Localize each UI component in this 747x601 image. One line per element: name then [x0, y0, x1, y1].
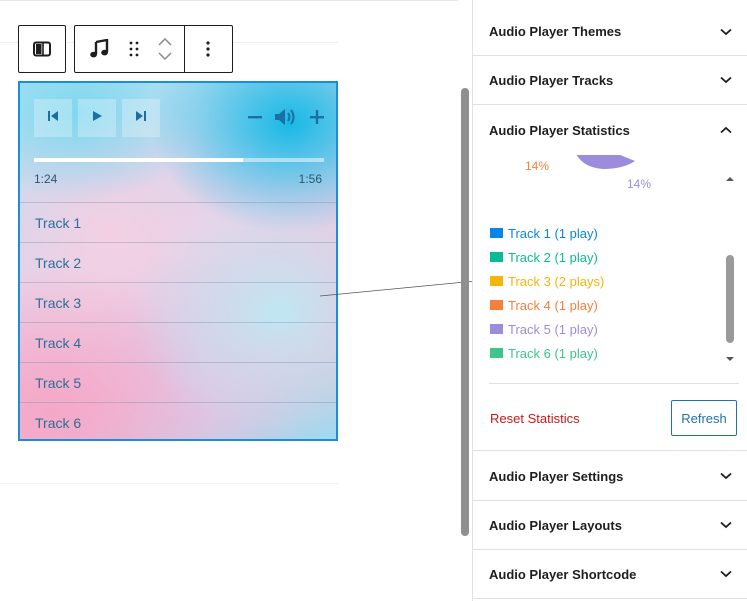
- legend-swatch: [490, 252, 503, 262]
- progress-bar[interactable]: [34, 158, 324, 162]
- legend-swatch: [490, 228, 503, 238]
- audio-player-block[interactable]: 1:24 1:56 Track 1 Track 2 Track 3 Track …: [18, 81, 338, 441]
- panel-audio-player-themes[interactable]: Audio Player Themes: [473, 8, 747, 56]
- block-type-button[interactable]: [18, 25, 66, 73]
- legend-item[interactable]: Track 1 (1 play): [490, 221, 604, 245]
- track-item[interactable]: Track 3: [20, 282, 336, 322]
- legend-swatch: [490, 276, 503, 286]
- panel-title: Audio Player Statistics: [489, 122, 630, 138]
- panel-audio-player-statistics[interactable]: Audio Player Statistics: [473, 105, 747, 155]
- move-controls: [146, 26, 184, 72]
- chevron-down-icon: [720, 28, 732, 36]
- statistics-divider: [489, 383, 739, 384]
- track-item[interactable]: Track 6: [20, 402, 336, 439]
- refresh-button[interactable]: Refresh: [671, 400, 737, 436]
- panel-audio-player-layouts[interactable]: Audio Player Layouts: [473, 501, 747, 550]
- legend-item[interactable]: Track 4 (1 play): [490, 293, 604, 317]
- previous-button[interactable]: [34, 99, 72, 137]
- statistics-panel-body: 14% 14% Track 1 (1 play) Track 2 (1 play…: [473, 155, 747, 451]
- plus-icon[interactable]: [310, 110, 324, 129]
- chart-legend: Track 1 (1 play) Track 2 (1 play) Track …: [490, 221, 604, 365]
- minus-icon[interactable]: [248, 110, 262, 129]
- next-icon: [135, 109, 147, 127]
- block-options-button[interactable]: [185, 26, 232, 72]
- play-icon: [91, 109, 103, 127]
- panel-title: Audio Player Shortcode: [489, 566, 637, 582]
- chevron-up-icon: [720, 126, 732, 134]
- play-button[interactable]: [78, 99, 116, 137]
- panel-title: Audio Player Settings: [489, 468, 624, 484]
- chevron-down-icon[interactable]: [158, 52, 172, 60]
- settings-sidebar: Audio Player Themes Audio Player Tracks …: [472, 0, 747, 601]
- canvas-divider: [0, 483, 338, 484]
- drag-handle-icon: [129, 41, 139, 57]
- pie-chart: [576, 155, 635, 169]
- scroll-up-arrow-icon[interactable]: [725, 169, 735, 187]
- chart-scrollbar-thumb[interactable]: [726, 255, 734, 343]
- legend-label: Track 1 (1 play): [508, 225, 598, 241]
- previous-icon: [47, 109, 59, 127]
- track-item[interactable]: Track 5: [20, 362, 336, 402]
- legend-label: Track 5 (1 play): [508, 321, 598, 337]
- volume-controls: [248, 107, 324, 132]
- track-item[interactable]: Track 2: [20, 242, 336, 282]
- chevron-up-icon[interactable]: [158, 38, 172, 46]
- legend-label: Track 6 (1 play): [508, 345, 598, 361]
- block-icon-button[interactable]: [75, 26, 122, 72]
- legend-item[interactable]: Track 3 (2 plays): [490, 269, 604, 293]
- chevron-down-icon: [720, 76, 732, 84]
- legend-label: Track 4 (1 play): [508, 297, 598, 313]
- track-item[interactable]: Track 1: [20, 202, 336, 242]
- current-time: 1:24: [34, 172, 58, 186]
- duration-time: 1:56: [298, 172, 322, 186]
- editor-canvas: 1:24 1:56 Track 1 Track 2 Track 3 Track …: [0, 0, 458, 601]
- chevron-down-icon: [720, 570, 732, 578]
- chevron-down-icon: [720, 472, 732, 480]
- reset-statistics-link[interactable]: Reset Statistics: [490, 411, 580, 426]
- canvas-divider: [0, 0, 458, 1]
- panel-title: Audio Player Tracks: [489, 72, 614, 88]
- editor-scrollbar[interactable]: [461, 88, 469, 536]
- legend-swatch: [490, 324, 503, 334]
- legend-swatch: [490, 348, 503, 358]
- columns-icon: [33, 41, 51, 57]
- panel-title: Audio Player Themes: [489, 24, 622, 39]
- legend-item[interactable]: Track 5 (1 play): [490, 317, 604, 341]
- track-item[interactable]: Track 4: [20, 322, 336, 362]
- legend-item[interactable]: Track 6 (1 play): [490, 341, 604, 365]
- legend-label: Track 3 (2 plays): [508, 273, 605, 289]
- playback-controls: [34, 99, 166, 137]
- chevron-down-icon: [720, 521, 732, 529]
- panel-title: Audio Player Layouts: [489, 517, 622, 533]
- music-note-icon: [89, 39, 109, 59]
- vertical-ellipsis-icon: [206, 41, 210, 57]
- drag-handle[interactable]: [122, 26, 146, 72]
- pie-slice-label: 14%: [525, 159, 550, 173]
- statistics-chart-area[interactable]: 14% 14% Track 1 (1 play) Track 2 (1 play…: [473, 155, 728, 365]
- track-list: Track 1 Track 2 Track 3 Track 4 Track 5 …: [20, 202, 336, 439]
- legend-swatch: [490, 300, 503, 310]
- pie-slice: [576, 155, 635, 169]
- pie-slice-label: 14%: [627, 177, 652, 191]
- speaker-icon[interactable]: [274, 107, 298, 132]
- legend-item[interactable]: Track 2 (1 play): [490, 245, 604, 269]
- progress-bar-fill: [34, 158, 243, 162]
- panel-audio-player-shortcode[interactable]: Audio Player Shortcode: [473, 550, 747, 599]
- block-toolbar: [74, 25, 233, 73]
- scroll-down-arrow-icon[interactable]: [725, 349, 735, 367]
- legend-label: Track 2 (1 play): [508, 249, 598, 265]
- panel-audio-player-tracks[interactable]: Audio Player Tracks: [473, 56, 747, 105]
- next-button[interactable]: [122, 99, 160, 137]
- panel-audio-player-settings[interactable]: Audio Player Settings: [473, 452, 747, 501]
